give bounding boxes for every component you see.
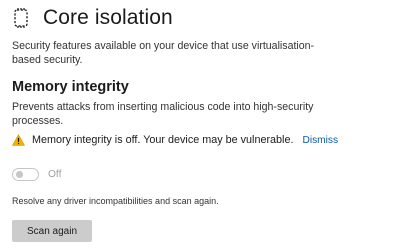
resolve-incompatibilities-text: Resolve any driver incompatibilities and… [12, 196, 219, 206]
dismiss-link[interactable]: Dismiss [302, 135, 338, 146]
toggle-state-label: Off [48, 169, 62, 180]
scan-again-button[interactable]: Scan again [12, 220, 92, 242]
memory-integrity-toggle[interactable] [12, 168, 39, 181]
memory-integrity-toggle-row: Off [12, 168, 61, 181]
toggle-knob [16, 171, 23, 178]
core-isolation-chip-icon [12, 7, 30, 29]
core-isolation-page: Core isolation Security features availab… [0, 0, 403, 250]
memory-integrity-description: Prevents attacks from inserting maliciou… [12, 101, 314, 127]
core-isolation-description: Security features available on your devi… [12, 40, 315, 66]
page-title: Core isolation [43, 6, 173, 29]
warning-icon [12, 134, 25, 146]
memory-integrity-warning: Memory integrity is off. Your device may… [12, 134, 338, 146]
warning-text: Memory integrity is off. Your device may… [32, 134, 294, 146]
page-header: Core isolation [12, 6, 173, 30]
memory-integrity-heading: Memory integrity [12, 79, 129, 95]
